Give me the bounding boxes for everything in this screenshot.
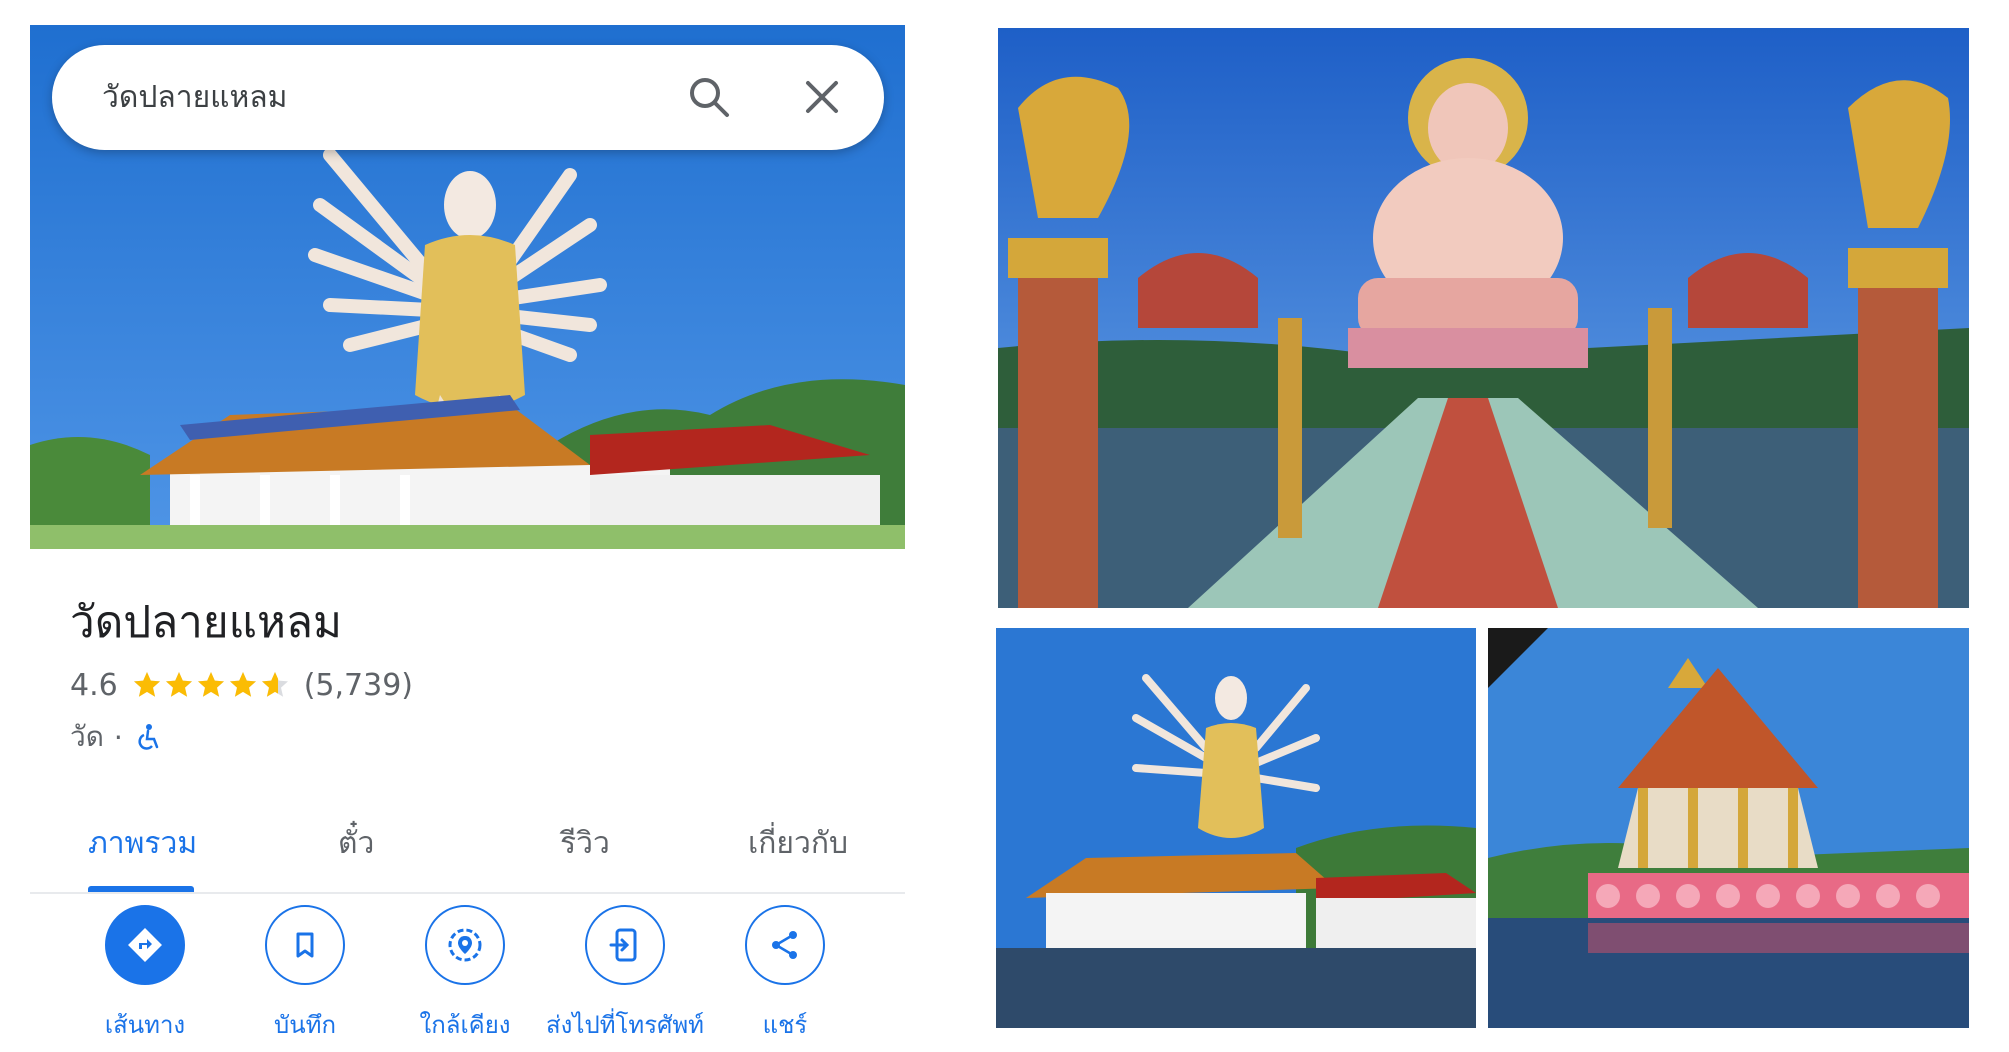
tab-about[interactable]: เกี่ยวกับ [748, 820, 848, 867]
share-label: แชร์ [762, 1011, 808, 1039]
star-icon [229, 672, 256, 697]
nearby-label: ใกล้เคียง [419, 1011, 511, 1039]
tab-reviews[interactable]: รีวิว [560, 820, 610, 867]
photo-temple-lotus[interactable] [1488, 628, 1969, 1028]
rating-row[interactable]: 4.6 (5,739) [70, 665, 413, 705]
directions-icon [105, 905, 185, 985]
nearby-icon [425, 905, 505, 985]
star-icon [197, 672, 224, 697]
place-title: วัดปลายแหลม [70, 597, 342, 648]
directions-label: เส้นทาง [104, 1011, 186, 1039]
place-panel: วัดปลายแหลม วัดปลายแหลม 4.6 (5,739) วัด … [30, 25, 905, 1039]
share-icon [745, 905, 825, 985]
star-icon [165, 672, 192, 697]
separator-dot: · [113, 720, 123, 754]
tab-tickets[interactable]: ตั๋ว [338, 820, 374, 867]
send-to-phone-button[interactable]: ส่งไปที่โทรศัพท์ [540, 905, 710, 1044]
send-to-phone-icon [585, 905, 665, 985]
save-button[interactable]: บันทึก [220, 905, 390, 1044]
photo-laughing-buddha[interactable] [998, 28, 1969, 608]
rating-stars [132, 670, 292, 700]
review-count[interactable]: (5,739) [304, 668, 413, 703]
send-to-phone-label: ส่งไปที่โทรศัพท์ [546, 1011, 704, 1039]
action-buttons: เส้นทาง บันทึก ใกล้เคียง ส่งไปที่โทรศัพท… [30, 905, 905, 1039]
search-input[interactable]: วัดปลายแหลม [102, 74, 287, 121]
nearby-button[interactable]: ใกล้เคียง [380, 905, 550, 1044]
photo-guanyin-statue[interactable] [996, 628, 1476, 1028]
search-bar[interactable]: วัดปลายแหลม [52, 45, 884, 150]
star-icon [133, 672, 160, 697]
directions-button[interactable]: เส้นทาง [60, 905, 230, 1044]
save-label: บันทึก [274, 1011, 336, 1039]
search-icon[interactable] [685, 73, 733, 121]
bookmark-icon [265, 905, 345, 985]
place-category: วัด [70, 720, 104, 753]
place-tabs: ภาพรวม ตั๋ว รีวิว เกี่ยวกับ [30, 800, 905, 894]
close-icon[interactable] [800, 75, 844, 119]
active-tab-indicator [88, 886, 194, 892]
tab-overview[interactable]: ภาพรวม [88, 820, 197, 867]
star-icon [261, 672, 288, 697]
wheelchair-icon [133, 722, 163, 752]
rating-value: 4.6 [70, 667, 118, 703]
category-row: วัด · [70, 715, 163, 759]
share-button[interactable]: แชร์ [700, 905, 870, 1044]
